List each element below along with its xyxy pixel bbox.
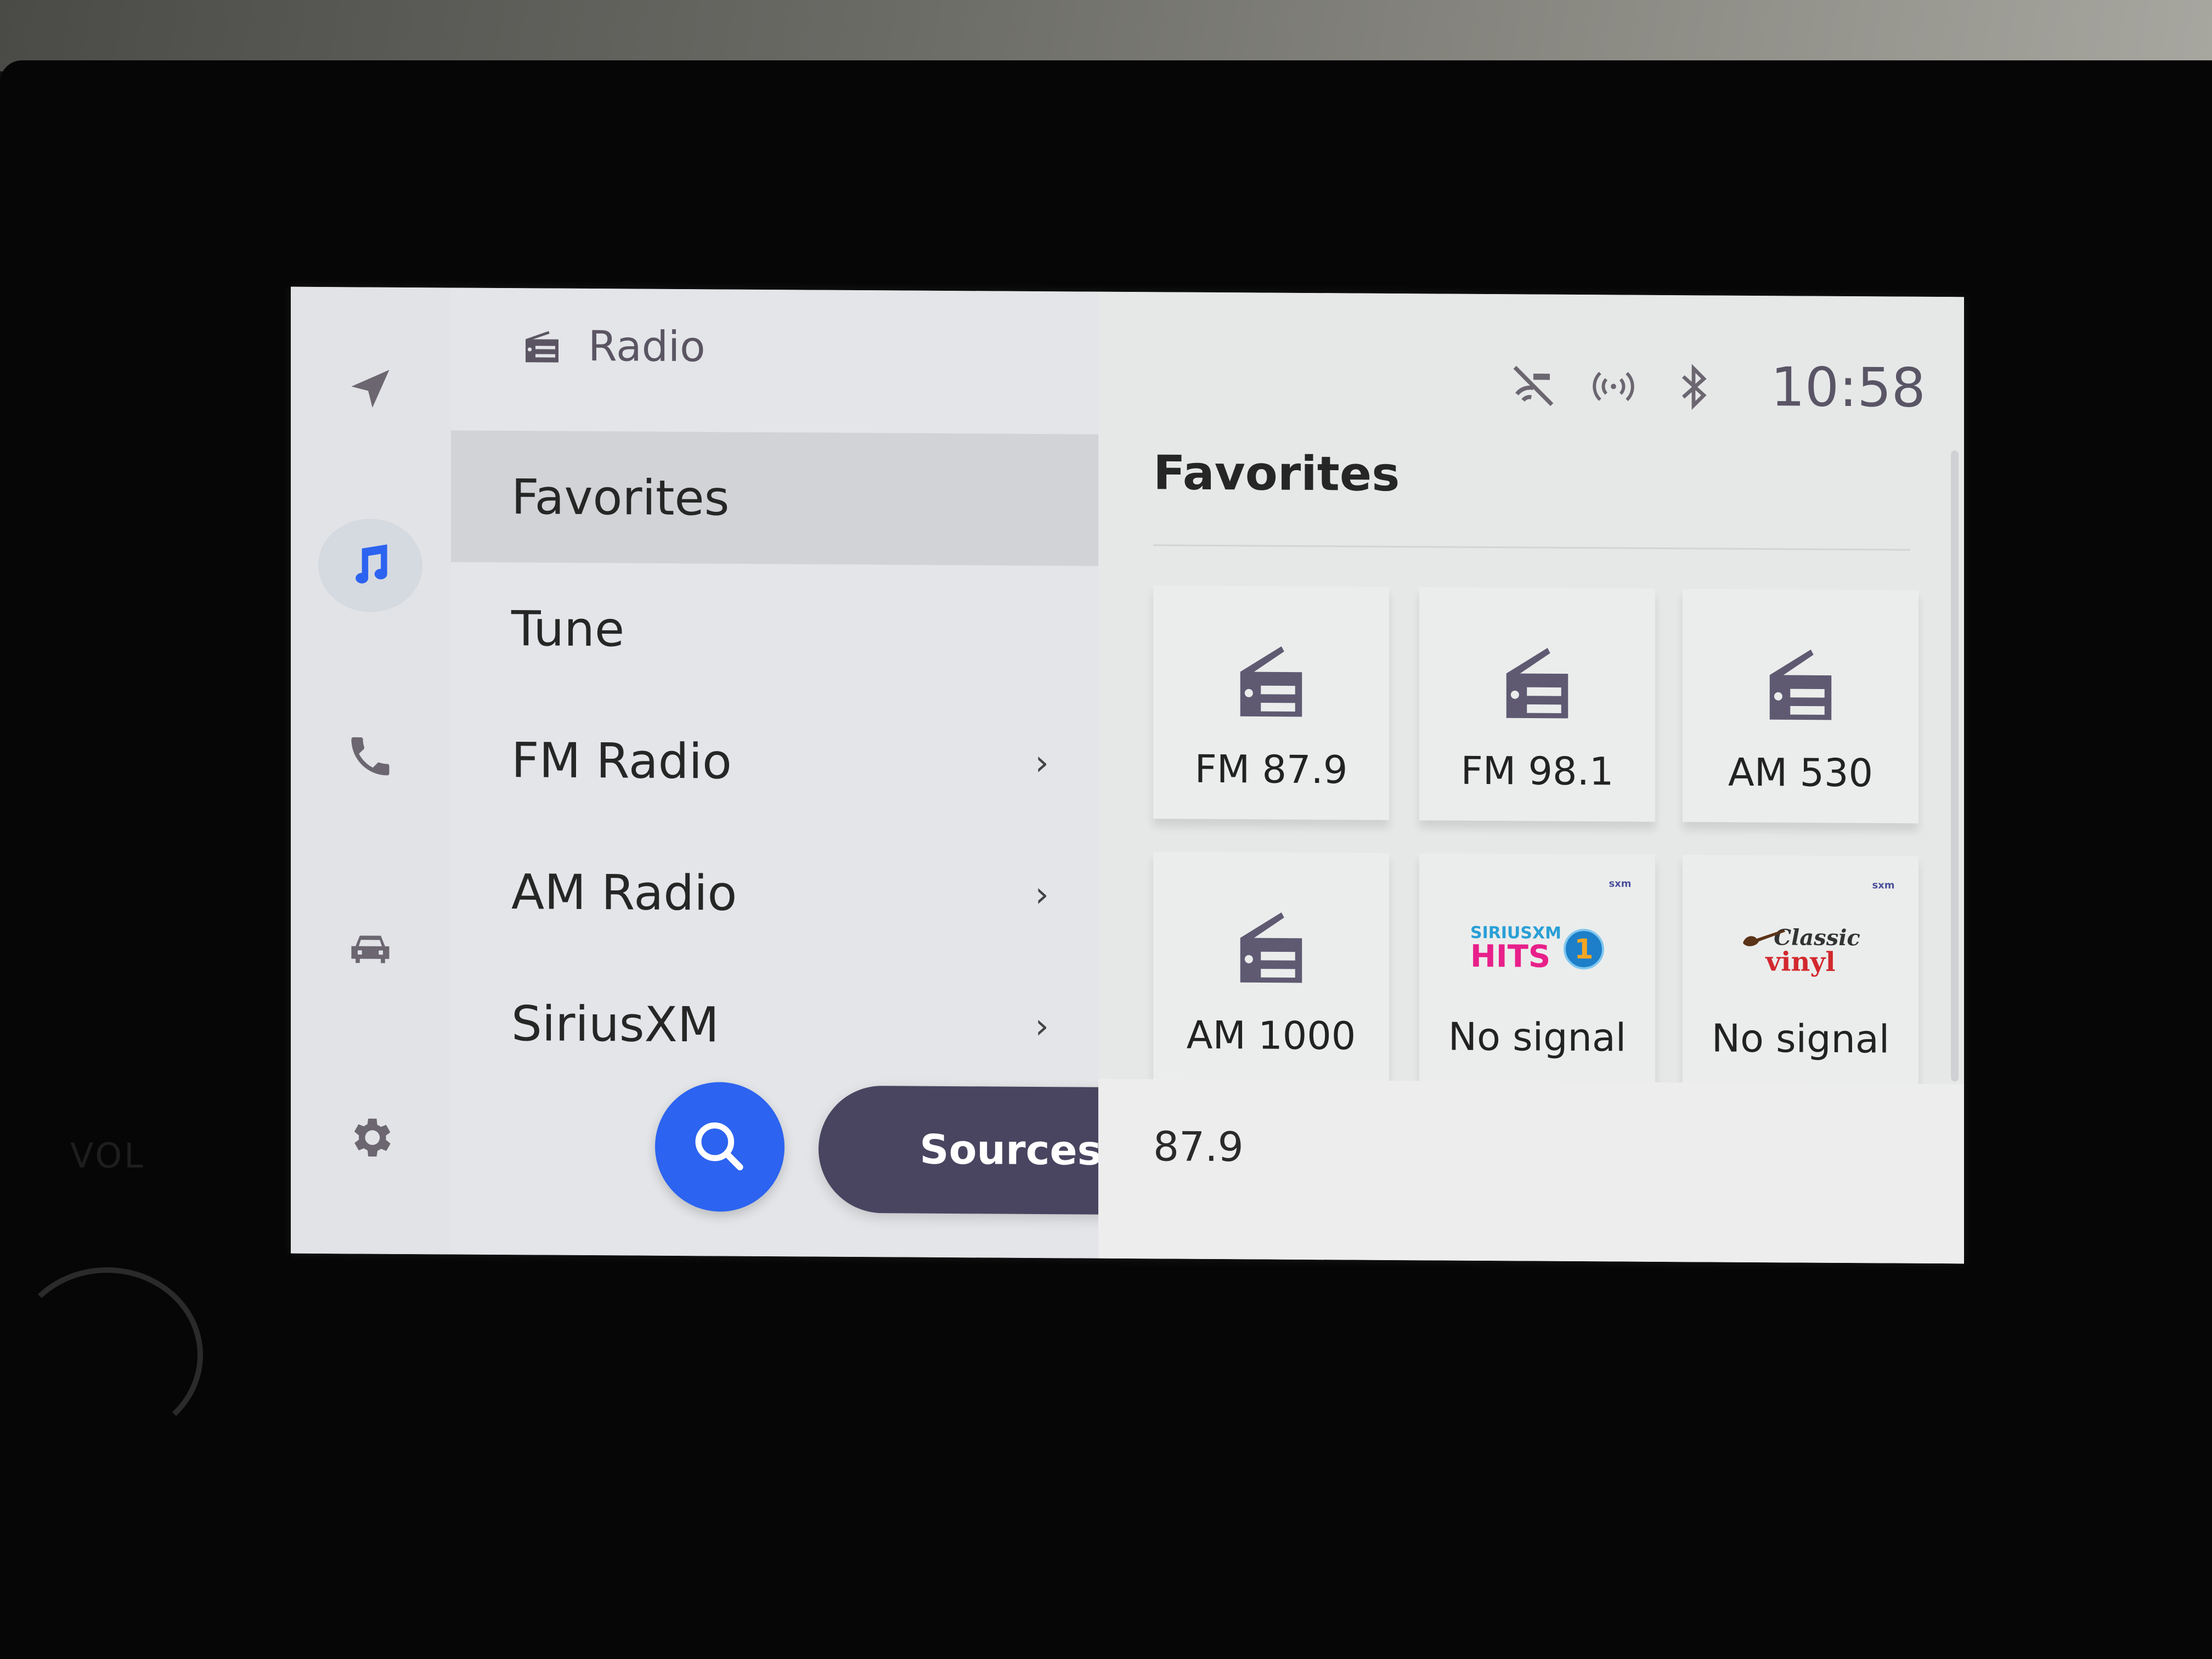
sxm-badge-icon: sxm [1872,879,1895,891]
favorites-panel: 10:58 Favorites FM 87.9 FM 98.1 AM 530 A… [1098,291,1964,1264]
bluetooth-icon [1681,364,1707,410]
favorite-tile-siriusxm-hits1[interactable]: sxm SIRIUSXM HITS 1 No signal [1419,853,1655,1088]
favorites-title: Favorites [1153,445,1400,503]
siriusxm-hits1-logo: SIRIUSXM HITS 1 [1470,923,1604,975]
favorite-tile-am-530[interactable]: AM 530 [1683,589,1918,823]
music-note-icon [356,544,387,584]
rail-settings[interactable] [318,1091,422,1184]
favorite-tile-fm-87-9[interactable]: FM 87.9 [1153,585,1389,820]
radio-menu: Radio Favorites Tune FM Radio › AM Radio… [451,287,1203,1259]
divider [1153,544,1910,551]
rail-navigation[interactable] [318,342,422,436]
radio-icon [1506,648,1568,719]
menu-item-favorites[interactable]: Favorites [451,430,1098,566]
rail-media[interactable] [318,518,422,613]
menu-item-siriusxm[interactable]: SiriusXM › [451,957,1098,1092]
menu-item-label: SiriusXM [511,995,719,1053]
search-button[interactable] [655,1081,785,1212]
favorite-tile-fm-98-1[interactable]: FM 98.1 [1419,587,1655,822]
favorites-grid: FM 87.9 FM 98.1 AM 530 AM 1000 sxm SIRIU… [1153,585,1921,1090]
menu-item-label: Tune [511,600,625,657]
menu-title: Radio [588,321,706,371]
status-bar: 10:58 [1509,354,1926,420]
favorite-tile-classic-vinyl[interactable]: sxm Classic vinyl No signal [1683,855,1918,1090]
favorite-tile-am-1000[interactable]: AM 1000 [1153,851,1389,1086]
infotainment-screen: Radio Favorites Tune FM Radio › AM Radio… [291,286,1964,1264]
navigation-arrow-icon [351,370,390,408]
tile-label: No signal [1711,1015,1890,1062]
rail-vehicle[interactable] [318,901,422,995]
broadcast-signal-icon [1592,371,1634,402]
radio-icon [1769,649,1832,720]
logo-line2: vinyl [1765,946,1836,978]
search-icon [695,1122,743,1171]
app-rail [291,286,451,1255]
radio-icon [1240,646,1302,717]
menu-item-am-radio[interactable]: AM Radio › [451,825,1098,961]
menu-item-label: FM Radio [511,731,732,790]
car-icon [351,935,390,963]
sxm-badge-icon: sxm [1609,878,1632,890]
now-playing-bar[interactable]: 87.9 [1098,1079,1964,1264]
logo-line2: HITS [1470,938,1551,975]
tile-label: FM 98.1 [1460,748,1614,794]
chevron-right-icon: › [1035,1006,1049,1047]
menu-item-fm-radio[interactable]: FM Radio › [451,693,1098,829]
menu-item-tune[interactable]: Tune [451,562,1098,697]
radio-icon [526,331,558,363]
guitar-icon [1742,929,1785,946]
menu-item-label: AM Radio [511,863,737,922]
volume-label: VOL [70,1136,145,1176]
logo-badge: 1 [1563,928,1604,970]
tile-label: FM 87.9 [1194,746,1348,793]
rail-phone[interactable] [318,709,422,803]
gear-icon [354,1119,391,1157]
menu-item-label: Favorites [511,468,730,527]
clock: 10:58 [1770,356,1926,420]
chevron-right-icon: › [1035,874,1049,916]
radio-icon [1240,912,1302,983]
now-playing-frequency: 87.9 [1153,1123,1244,1171]
favorites-scrollbar[interactable] [1951,450,1959,1082]
tile-label: No signal [1448,1014,1627,1060]
classic-vinyl-logo: Classic vinyl [1741,924,1860,978]
menu-header: Radio [522,321,706,371]
tile-label: AM 530 [1728,749,1874,796]
phone-icon [351,737,390,776]
chevron-right-icon: › [1035,742,1049,784]
volume-knob[interactable] [11,1267,203,1443]
no-wifi-icon [1513,365,1553,407]
tile-label: AM 1000 [1186,1012,1356,1059]
